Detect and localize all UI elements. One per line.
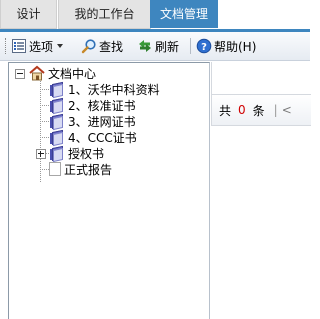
refresh-button[interactable]: 刷新: [137, 32, 179, 60]
tree-item-label: 2、核准证书: [68, 98, 136, 113]
blank-page-icon: [49, 162, 61, 176]
pager-prefix: 共: [219, 103, 232, 118]
search-icon: [81, 38, 97, 54]
tree-item[interactable]: 3、进网证书: [49, 113, 136, 131]
house-icon: [29, 65, 45, 81]
tree-root-label: 文档中心: [48, 66, 97, 81]
book-icon: [49, 145, 65, 163]
tree-item-label: 授权书: [68, 146, 105, 161]
document-tree[interactable]: 文档中心 1、沃华中科资料 2、核准证书 3、进网证书 4、CCC证书 授权书 …: [8, 62, 210, 319]
list-header: [211, 62, 311, 95]
help-label: 帮助(H): [214, 39, 257, 54]
tree-line: [40, 169, 49, 170]
find-button[interactable]: 查找: [81, 32, 123, 60]
tree-item[interactable]: 4、CCC证书: [49, 129, 137, 147]
refresh-label: 刷新: [155, 39, 180, 54]
tree-line: [40, 137, 49, 138]
tree-root-node[interactable]: 文档中心: [29, 65, 96, 81]
tree-item[interactable]: 2、核准证书: [49, 97, 136, 115]
tree-item-label: 3、进网证书: [68, 114, 136, 129]
tree-line: [40, 105, 49, 106]
toolbar-separator: [190, 38, 191, 54]
chevron-down-icon[interactable]: [57, 44, 64, 48]
options-label: 选项: [29, 39, 54, 54]
tab-design[interactable]: 设计: [0, 0, 57, 29]
tree-line: [40, 79, 41, 182]
tree-item-label: 4、CCC证书: [68, 130, 137, 145]
tab-bar: 设计 我的工作台 文档管理: [0, 0, 310, 32]
help-icon: ?: [196, 38, 212, 54]
tree-item-label: 1、沃华中科资料: [68, 82, 160, 97]
tree-line: [40, 121, 49, 122]
list-icon: [11, 38, 27, 54]
first-page-icon[interactable]: <: [282, 103, 292, 117]
find-label: 查找: [99, 39, 124, 54]
book-icon: [49, 113, 65, 131]
pager-bar: 共 0 条 | <: [211, 95, 311, 126]
tree-line: [40, 89, 49, 90]
tree-item[interactable]: 授权书: [49, 145, 105, 163]
record-count: 0: [238, 103, 246, 117]
toolbar-grip[interactable]: [5, 38, 8, 54]
pager-suffix: 条: [252, 103, 265, 118]
toolbar: 选项 查找 刷新 ? 帮助(H): [0, 32, 310, 61]
pager-separator: |: [273, 103, 278, 117]
book-icon: [49, 129, 65, 147]
tab-document-management[interactable]: 文档管理: [150, 0, 218, 28]
book-icon: [49, 81, 65, 99]
help-button[interactable]: ? 帮助(H): [196, 32, 256, 60]
expand-icon[interactable]: [36, 149, 46, 159]
options-button[interactable]: 选项: [11, 32, 64, 60]
book-icon: [49, 97, 65, 115]
tree-item-label: 正式报告: [64, 162, 113, 177]
tree-item[interactable]: 正式报告: [49, 161, 112, 177]
tree-item[interactable]: 1、沃华中科资料: [49, 81, 160, 99]
collapse-icon[interactable]: [15, 69, 25, 79]
refresh-icon: [137, 38, 153, 54]
tab-my-workbench[interactable]: 我的工作台: [58, 0, 151, 29]
document-list-pane: 共 0 条 | <: [211, 62, 311, 318]
svg-text:?: ?: [201, 42, 207, 53]
